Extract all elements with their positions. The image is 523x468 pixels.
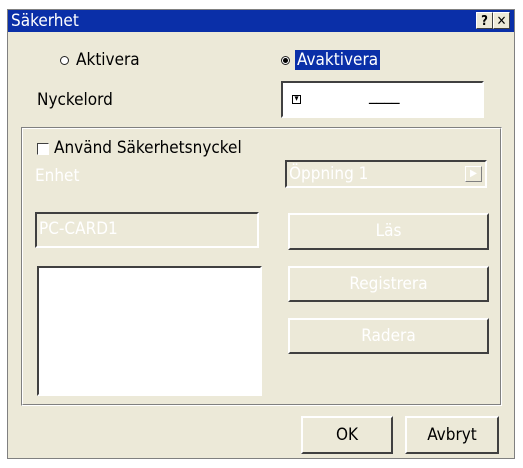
radio-avaktivera-label: Avaktivera (295, 50, 381, 70)
keyword-label: Nyckelord (37, 90, 113, 110)
key-list[interactable] (37, 266, 262, 396)
title-bar: Säkerhet ? ✕ (8, 10, 514, 32)
device-select[interactable]: Öppning 1 ▶ (285, 160, 487, 188)
card-name-field: PC-CARD1 (35, 212, 259, 248)
read-button[interactable]: Läs (288, 213, 489, 250)
close-button[interactable]: ✕ (493, 12, 510, 29)
delete-button[interactable]: Radera (288, 318, 489, 354)
keyword-value: ____ (369, 85, 400, 105)
help-icon: ? (481, 14, 488, 29)
card-name-value: PC-CARD1 (39, 219, 118, 239)
dropdown-arrow-icon[interactable]: ▶ (465, 166, 482, 182)
delete-button-label: Radera (361, 326, 416, 346)
device-label: Enhet (35, 166, 80, 186)
radio-aktivera-indicator[interactable] (60, 56, 69, 65)
cancel-button[interactable]: Avbryt (405, 416, 499, 454)
cancel-button-label: Avbryt (427, 425, 477, 445)
register-button-label: Registrera (349, 274, 428, 294)
use-security-key-box[interactable] (37, 143, 49, 155)
security-dialog: Säkerhet ? ✕ Aktivera Avaktivera Nyckelo… (7, 9, 515, 459)
read-button-label: Läs (375, 221, 402, 241)
keyword-input[interactable]: ▾ ____ (281, 81, 484, 118)
device-value: Öppning 1 (289, 164, 369, 184)
radio-aktivera-label: Aktivera (76, 50, 140, 70)
security-key-group: Använd Säkerhetsnyckel Enhet Öppning 1 ▶… (21, 127, 502, 406)
ok-button[interactable]: OK (301, 416, 393, 454)
ok-button-label: OK (335, 425, 359, 445)
close-icon: ✕ (496, 14, 507, 29)
keyboard-icon: ▾ (292, 95, 301, 104)
use-security-key-label: Använd Säkerhetsnyckel (54, 138, 242, 158)
radio-avaktivera-indicator[interactable] (281, 56, 290, 65)
help-button[interactable]: ? (476, 12, 493, 29)
dialog-title: Säkerhet (11, 11, 79, 31)
register-button[interactable]: Registrera (288, 266, 489, 302)
